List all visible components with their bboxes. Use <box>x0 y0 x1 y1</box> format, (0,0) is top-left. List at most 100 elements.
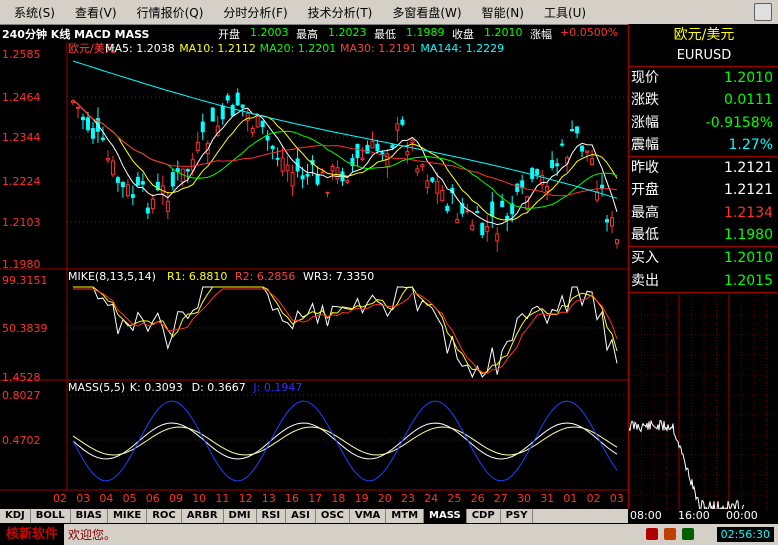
quote-label: 买入 <box>631 250 659 267</box>
y-tick-label: 1.2224 <box>2 175 41 188</box>
x-tick-label: 25 <box>447 492 461 505</box>
tab-osc[interactable]: OSC <box>316 509 350 523</box>
x-tick-label: 02 <box>53 492 67 505</box>
symbol-code: EURUSD <box>629 46 778 67</box>
close-value: 1.2010 <box>484 26 523 39</box>
kline-chart-area[interactable]: 1.2585 1.2464 1.2344 1.2224 1.2103 1.1980 99.3… <box>0 41 628 515</box>
change-label: 涨幅 <box>530 28 552 41</box>
tab-boll[interactable]: BOLL <box>31 509 71 523</box>
menu-item[interactable]: 智能(N) <box>476 4 530 21</box>
ohlc-info-bar: 240分钟 K线 MACD MASS 开盘 1.2003 最高 1.2023 最… <box>0 25 628 41</box>
quote-label: 涨幅 <box>631 114 659 131</box>
tab-mass[interactable]: MASS <box>424 509 467 523</box>
time-tick: 00:00 <box>726 509 758 522</box>
connect-icon[interactable] <box>682 528 694 540</box>
x-tick-label: 20 <box>378 492 392 505</box>
quote-row: 最低 1.1980 <box>629 224 778 246</box>
tab-bias[interactable]: BIAS <box>71 509 108 523</box>
legend-item: MIKE(8,13,5,14) <box>68 270 156 283</box>
y-tick-label: 0.8027 <box>2 389 41 402</box>
x-tick-label: 19 <box>355 492 369 505</box>
quote-label: 现价 <box>631 70 659 86</box>
y-tick-label: 1.1980 <box>2 258 41 271</box>
open-value: 1.2003 <box>250 26 289 39</box>
tab-rsi[interactable]: RSI <box>257 509 287 523</box>
tab-roc[interactable]: ROC <box>147 509 182 523</box>
x-tick-label: 04 <box>99 492 113 505</box>
tab-dmi[interactable]: DMI <box>224 509 257 523</box>
tab-mike[interactable]: MIKE <box>108 509 148 523</box>
menu-item[interactable]: 查看(V) <box>69 4 123 21</box>
symbol-title: 欧元/美元 <box>673 27 735 43</box>
x-tick-label: 27 <box>494 492 508 505</box>
quote-value: -0.9158% <box>705 114 773 131</box>
x-tick-label: 12 <box>239 492 253 505</box>
tab-vma[interactable]: VMA <box>350 509 387 523</box>
high-value: 1.2023 <box>328 26 367 39</box>
y-tick-label: 1.2344 <box>2 131 41 144</box>
quote-row: 最高 1.2134 <box>629 202 778 224</box>
x-tick-label: 16 <box>285 492 299 505</box>
legend-item: R2: 6.2856 <box>235 270 295 283</box>
legend-item: WR3: 7.3350 <box>303 270 374 283</box>
menu-item[interactable]: 分时分析(F) <box>217 4 293 21</box>
period-label: 240分钟 K线 MACD MASS <box>2 28 150 41</box>
low-value: 1.1989 <box>406 26 445 39</box>
x-tick-label: 05 <box>123 492 137 505</box>
menu-item[interactable]: 多窗看盘(W) <box>386 4 467 21</box>
tab-mtm[interactable]: MTM <box>386 509 425 523</box>
time-tick: 16:00 <box>678 509 710 522</box>
intraday-mini-chart[interactable] <box>629 294 778 544</box>
close-label: 收盘 <box>452 28 474 41</box>
quote-row: 买入 1.2010 <box>629 247 778 269</box>
x-tick-label: 10 <box>192 492 206 505</box>
x-tick-label: 17 <box>308 492 322 505</box>
y-tick-label: 1.4528 <box>2 371 41 384</box>
alert-icon[interactable] <box>646 528 658 540</box>
x-tick-label: 26 <box>471 492 485 505</box>
quote-group-range: 昨收 1.2121 开盘 1.2121 最高 1.2134 最低 1.1980 <box>629 157 778 246</box>
news-icon[interactable] <box>664 528 676 540</box>
quote-value: 1.2010 <box>724 70 773 86</box>
time-tick: 08:00 <box>630 509 662 522</box>
tab-cdp[interactable]: CDP <box>467 509 501 523</box>
legend-item: MA20: 1.2201 <box>260 42 337 55</box>
intraday-time-axis: 08:00 16:00 00:00 <box>628 509 778 524</box>
tab-psy[interactable]: PSY <box>501 509 534 523</box>
tab-arbr[interactable]: ARBR <box>182 509 224 523</box>
x-tick-label: 23 <box>401 492 415 505</box>
quote-row: 震幅 1.27% <box>629 134 778 156</box>
indicator-tabs: KDJ BOLL BIAS MIKE ROC ARBR DMI RSI ASI OSC VMA MTM… <box>0 509 628 523</box>
tab-asi[interactable]: ASI <box>286 509 316 523</box>
menu-bar: 系统(S) 查看(V) 行情报价(Q) 分时分析(F) 技术分析(T) 多窗看盘(W) 智能… <box>0 0 778 25</box>
quote-value: 1.2134 <box>724 204 773 221</box>
x-tick-label: 02 <box>587 492 601 505</box>
y-tick-label: 0.4702 <box>2 434 41 447</box>
legend-item: MA10: 1.2112 <box>179 42 256 55</box>
legend-item: K: 0.3093 <box>130 381 183 394</box>
quote-label: 卖出 <box>631 272 659 289</box>
tab-kdj[interactable]: KDJ <box>0 509 31 523</box>
quote-panel: 欧元/美元 EURUSD 现价 1.2010 涨跌 0.0111 涨幅 -0.9158% 震… <box>628 24 778 544</box>
menu-item[interactable]: 系统(S) <box>8 4 61 21</box>
y-tick-label: 99.3151 <box>2 274 48 287</box>
y-tick-label: 50.3839 <box>2 322 48 335</box>
quote-value: 1.2010 <box>724 250 773 267</box>
quote-label: 开盘 <box>631 182 659 199</box>
quote-value: 1.27% <box>728 136 773 153</box>
quote-label: 最低 <box>631 227 659 244</box>
x-tick-label: 03 <box>76 492 90 505</box>
y-tick-label: 1.2103 <box>2 216 41 229</box>
quote-group-bidask: 买入 1.2010 卖出 1.2015 <box>629 247 778 292</box>
legend-item: MA30: 1.2191 <box>340 42 417 55</box>
menu-item[interactable]: 工具(U) <box>538 4 592 21</box>
quote-value: 0.0111 <box>724 92 773 109</box>
menu-item[interactable]: 技术分析(T) <box>302 4 379 21</box>
legend-item: J: 0.1947 <box>252 381 302 394</box>
quote-label: 涨跌 <box>631 92 659 109</box>
x-tick-label: 31 <box>540 492 554 505</box>
x-tick-label: 11 <box>215 492 229 505</box>
brand-logo: 核新软件 <box>0 524 65 545</box>
quote-value: 1.2121 <box>724 182 773 199</box>
menu-item[interactable]: 行情报价(Q) <box>131 4 210 21</box>
